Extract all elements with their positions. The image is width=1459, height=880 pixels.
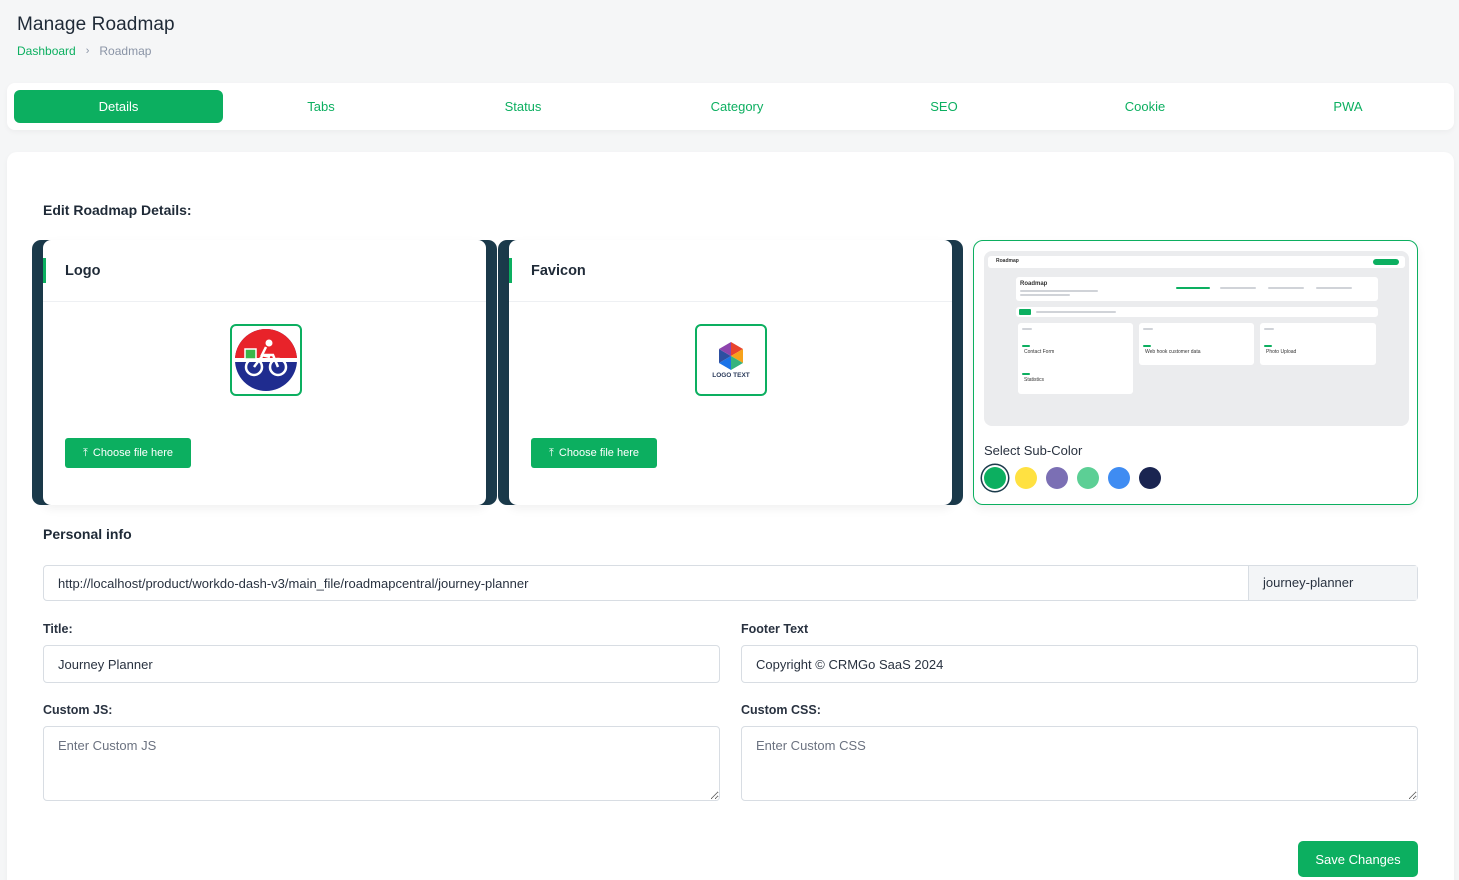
logo-card-header: Logo (43, 240, 486, 302)
preview-column-2: Web hook customer data (1139, 323, 1254, 365)
chevron-right-icon: › (85, 45, 90, 57)
breadcrumb-current: Roadmap (99, 44, 152, 58)
sub-color-swatches (984, 467, 1161, 489)
page-header: Manage Roadmap Dashboard › Roadmap (17, 14, 175, 58)
roadmap-slug-addon: journey-planner (1248, 566, 1417, 600)
preview-line (1036, 311, 1116, 313)
tab-details[interactable]: Details (14, 90, 223, 123)
custom-js-label: Custom JS: (43, 703, 113, 717)
logo-image (235, 329, 297, 391)
preview-line (1264, 328, 1274, 330)
preview-button (1373, 259, 1399, 265)
swatch-yellow[interactable] (1015, 467, 1037, 489)
roadmap-url-group: journey-planner (43, 565, 1418, 601)
footer-text-input[interactable] (741, 645, 1418, 683)
favicon-card-body: Favicon LOGO TEXT ⤒ Choose file here (509, 240, 952, 505)
preview-line (1268, 287, 1304, 289)
title-input[interactable] (43, 645, 720, 683)
logo-card-title: Logo (65, 263, 101, 279)
roadmap-url-input[interactable] (44, 566, 1248, 600)
tab-seo[interactable]: SEO (844, 90, 1044, 123)
section-title: Edit Roadmap Details: (43, 202, 192, 218)
preview-filter-bar (1016, 307, 1378, 317)
logo-choose-file-label: Choose file here (92, 447, 173, 459)
preview-line (1020, 290, 1098, 292)
title-label: Title: (43, 622, 73, 636)
breadcrumb-dashboard-link[interactable]: Dashboard (17, 44, 76, 58)
upload-icon: ⤒ (549, 446, 554, 459)
custom-css-textarea[interactable] (741, 726, 1418, 801)
preview-line (1264, 345, 1272, 347)
personal-info-heading: Personal info (43, 526, 132, 542)
upload-icon: ⤒ (83, 446, 88, 459)
preview-column-3: Photo Upload (1260, 323, 1376, 365)
favicon-choose-file-label: Choose file here (558, 447, 639, 459)
preview-line (1316, 287, 1352, 289)
preview-filter-active (1019, 309, 1031, 315)
logo-card: Logo ⤒ Choose file here (32, 240, 497, 505)
custom-js-textarea[interactable] (43, 726, 720, 801)
preview-column-1: Contact Form Statistics (1018, 323, 1133, 394)
swatch-purple[interactable] (1046, 467, 1068, 489)
swatch-navy[interactable] (1139, 467, 1161, 489)
favicon-preview: LOGO TEXT (695, 324, 767, 396)
preview-line (1176, 287, 1210, 289)
logo-preview (230, 324, 302, 396)
breadcrumb: Dashboard › Roadmap (17, 44, 175, 58)
preview-item-1: Contact Form (1024, 349, 1055, 355)
tab-cookie[interactable]: Cookie (1045, 90, 1245, 123)
preview-line (1220, 287, 1256, 289)
footer-text-label: Footer Text (741, 622, 809, 636)
preview-line (1022, 373, 1030, 375)
favicon-card-title: Favicon (531, 263, 586, 279)
swatch-blue[interactable] (1108, 467, 1130, 489)
favicon-image (719, 342, 743, 370)
preview-item-2: Web hook customer data (1145, 349, 1201, 355)
preview-line (1022, 328, 1032, 330)
sub-color-label: Select Sub-Color (984, 443, 1083, 458)
favicon-choose-file-button[interactable]: ⤒ Choose file here (531, 438, 657, 468)
favicon-logo-text: LOGO TEXT (712, 372, 750, 379)
preview-header: Roadmap (1016, 277, 1378, 301)
theme-preview-image: Roadmap Roadmap Contact Form Statistics (984, 251, 1409, 426)
preview-item-4: Statistics (1024, 377, 1045, 383)
swatch-green[interactable] (984, 467, 1006, 489)
tab-category[interactable]: Category (637, 90, 837, 123)
preview-line (1143, 345, 1151, 347)
tab-pwa[interactable]: PWA (1248, 90, 1448, 123)
logo-card-body: Logo ⤒ Choose file here (43, 240, 486, 505)
logo-choose-file-button[interactable]: ⤒ Choose file here (65, 438, 191, 468)
preview-line (1022, 345, 1030, 347)
preview-topbar: Roadmap (988, 256, 1405, 268)
tab-tabs[interactable]: Tabs (221, 90, 421, 123)
favicon-card-header: Favicon (509, 240, 952, 302)
swatch-mint[interactable] (1077, 467, 1099, 489)
preview-brand: Roadmap (996, 258, 1019, 264)
preview-heading: Roadmap (1020, 281, 1048, 287)
preview-line (1020, 294, 1070, 296)
page-title: Manage Roadmap (17, 14, 175, 35)
tab-status[interactable]: Status (423, 90, 623, 123)
save-changes-button[interactable]: Save Changes (1298, 841, 1418, 877)
favicon-card: Favicon LOGO TEXT ⤒ Choose file here (498, 240, 963, 505)
preview-item-3: Photo Upload (1266, 349, 1297, 355)
custom-css-label: Custom CSS: (741, 703, 821, 717)
tabs-bar: Details Tabs Status Category SEO Cookie … (7, 83, 1454, 130)
theme-card[interactable]: Roadmap Roadmap Contact Form Statistics (973, 240, 1418, 505)
preview-line (1143, 328, 1153, 330)
